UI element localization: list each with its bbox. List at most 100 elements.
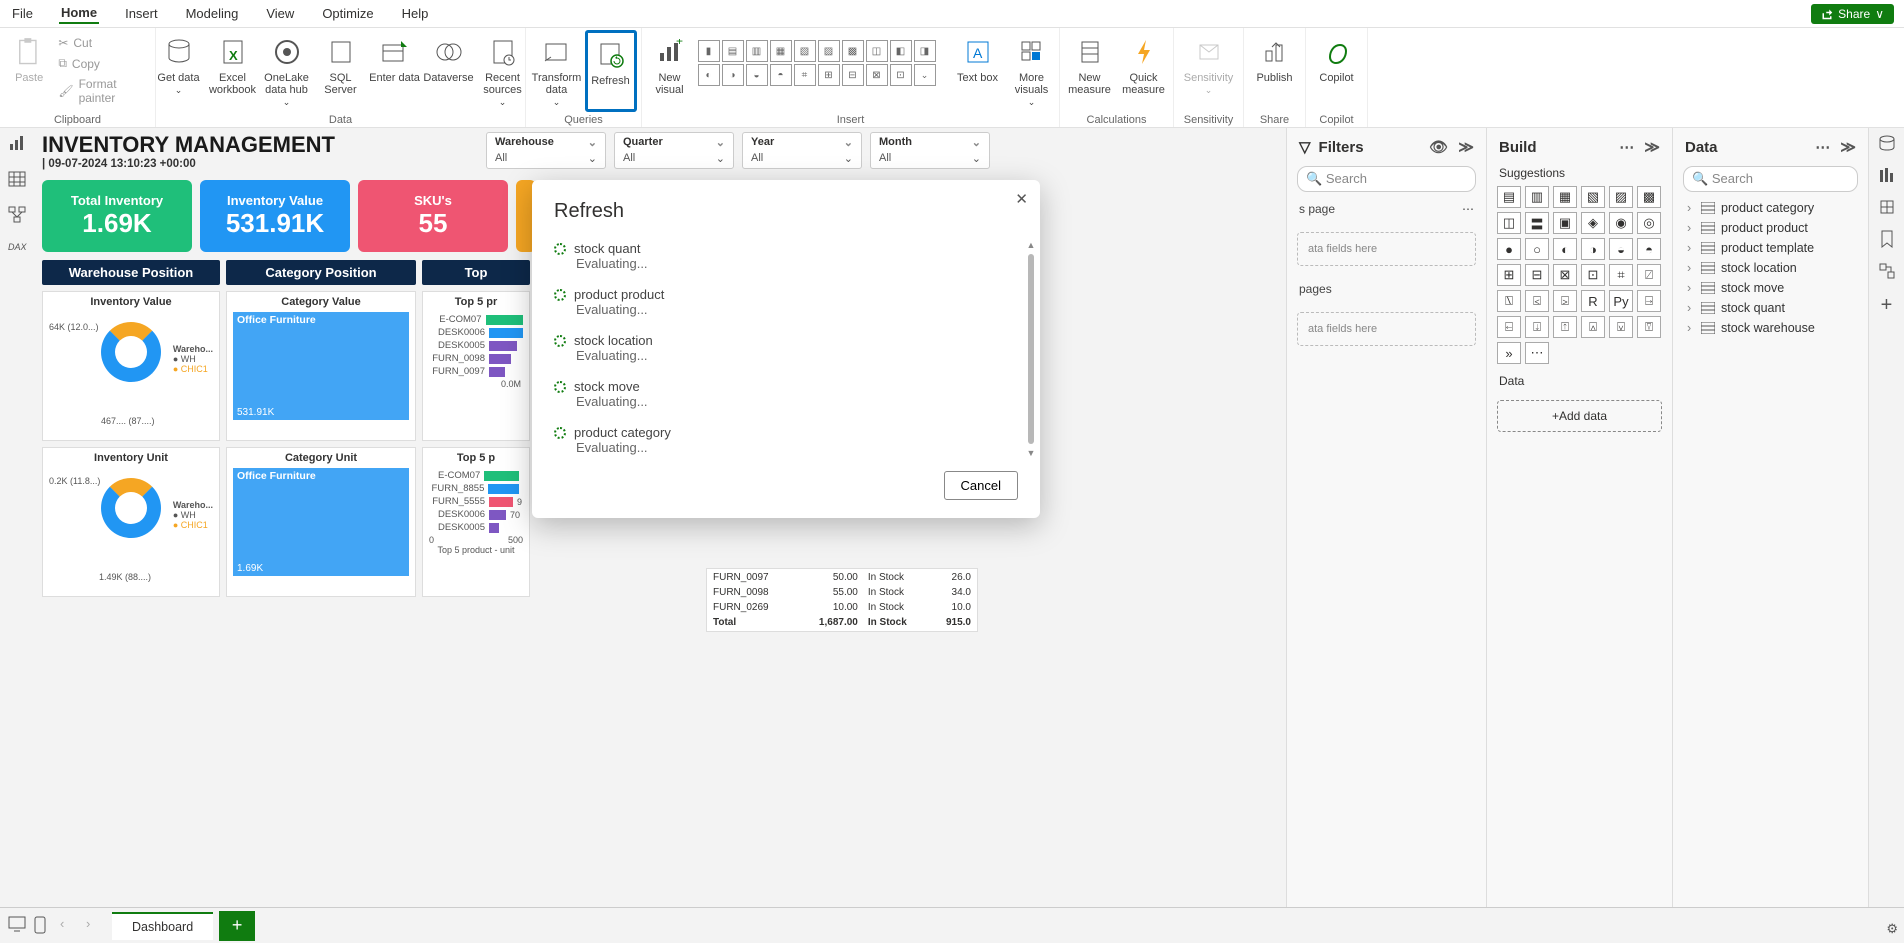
viz-type-item[interactable]: ⍔: [1637, 316, 1661, 338]
publish-button[interactable]: Publish: [1249, 30, 1301, 112]
viz-item[interactable]: ▥: [746, 40, 768, 62]
table-row[interactable]: FURN_009855.00In Stock34.0: [709, 586, 975, 599]
viz-gallery[interactable]: ▮▤▥▦▧▨▩◫◧◨ ◐◑◒◓⌗⊞⊟⊠⊡⌄: [698, 30, 950, 86]
slicer[interactable]: Month⌄All⌄: [870, 132, 990, 169]
paste-button[interactable]: Paste: [6, 30, 52, 112]
viz-type-item[interactable]: Py: [1609, 290, 1633, 312]
table-row[interactable]: FURN_026910.00In Stock10.0: [709, 601, 975, 614]
copy-button[interactable]: ⧉Copy: [54, 54, 149, 73]
viz-type-item[interactable]: ◈: [1581, 212, 1605, 234]
menu-modeling[interactable]: Modeling: [184, 4, 241, 23]
viz-type-item[interactable]: ⍇: [1497, 316, 1521, 338]
viz-type-item[interactable]: ◫: [1497, 212, 1521, 234]
chart-inventory-unit[interactable]: Inventory Unit 0.2K (11.8...) Wareho... …: [42, 447, 220, 597]
viz-type-item[interactable]: ●: [1497, 238, 1521, 260]
viz-type-item[interactable]: ◎: [1637, 212, 1661, 234]
sensitivity-button[interactable]: Sensitivity⌄: [1183, 30, 1235, 112]
data-table-item[interactable]: ›stock location: [1673, 258, 1868, 278]
new-visual-button[interactable]: +New visual: [644, 30, 696, 112]
dialog-close-button[interactable]: ✕: [1015, 190, 1028, 208]
more-icon[interactable]: ⋯: [1815, 138, 1830, 156]
refresh-button[interactable]: Refresh: [585, 30, 637, 112]
menu-insert[interactable]: Insert: [123, 4, 160, 23]
section-tab[interactable]: Warehouse Position: [42, 260, 220, 285]
add-data-button[interactable]: +Add data: [1497, 400, 1662, 432]
kpi-card[interactable]: SKU's55: [358, 180, 508, 252]
sql-button[interactable]: SQL Server: [315, 30, 367, 112]
viz-type-item[interactable]: ⍃: [1525, 290, 1549, 312]
viz-type-item[interactable]: »: [1497, 342, 1521, 364]
data-table-item[interactable]: ›product template: [1673, 238, 1868, 258]
viz-item[interactable]: ▩: [842, 40, 864, 62]
viz-type-item[interactable]: ⍐: [1553, 316, 1577, 338]
table-row[interactable]: FURN_009750.00In Stock26.0: [709, 571, 975, 584]
desktop-layout-icon[interactable]: [8, 916, 28, 936]
viz-type-item[interactable]: ○: [1525, 238, 1549, 260]
viz-item[interactable]: ▤: [722, 40, 744, 62]
viz-item[interactable]: ⌗: [794, 64, 816, 86]
collapse-icon[interactable]: ≫: [1458, 138, 1474, 156]
data-table[interactable]: FURN_009750.00In Stock26.0 FURN_009855.00…: [706, 568, 978, 632]
rail-add-icon[interactable]: +: [1881, 294, 1893, 317]
next-page-icon[interactable]: ›: [86, 916, 106, 936]
viz-type-item[interactable]: ⍈: [1637, 290, 1661, 312]
dax-view-icon[interactable]: DAX: [8, 242, 28, 262]
format-painter-button[interactable]: 🖌Format painter: [54, 75, 149, 107]
viz-type-item[interactable]: R: [1581, 290, 1605, 312]
eye-icon[interactable]: 👁: [1429, 138, 1448, 156]
onelake-button[interactable]: OneLake data hub⌄: [261, 30, 313, 112]
viz-type-item[interactable]: ◒: [1609, 238, 1633, 260]
viz-type-item[interactable]: ⍄: [1553, 290, 1577, 312]
add-page-button[interactable]: +: [219, 911, 255, 941]
viz-type-item[interactable]: ▥: [1525, 186, 1549, 208]
kpi-card[interactable]: Total Inventory1.69K: [42, 180, 192, 252]
viz-item[interactable]: ◫: [866, 40, 888, 62]
section-tab[interactable]: Category Position: [226, 260, 416, 285]
rail-icon[interactable]: [1878, 198, 1896, 216]
viz-item[interactable]: ▦: [770, 40, 792, 62]
share-button[interactable]: Share ∨: [1811, 4, 1894, 24]
textbox-button[interactable]: AText box: [952, 30, 1004, 112]
mobile-layout-icon[interactable]: [34, 916, 54, 936]
viz-type-item[interactable]: ⌗: [1609, 264, 1633, 286]
slicer[interactable]: Warehouse⌄All⌄: [486, 132, 606, 169]
viz-type-item[interactable]: ⊡: [1581, 264, 1605, 286]
filter-drop-zone[interactable]: ata fields here: [1297, 312, 1476, 346]
menu-optimize[interactable]: Optimize: [320, 4, 375, 23]
viz-type-item[interactable]: ▧: [1581, 186, 1605, 208]
viz-type-item[interactable]: ⊠: [1553, 264, 1577, 286]
menu-view[interactable]: View: [264, 4, 296, 23]
chart-top5-value[interactable]: Top 5 pr E-COM07DESK0006DESK0005FURN_009…: [422, 291, 530, 441]
viz-type-item[interactable]: ◐: [1553, 238, 1577, 260]
viz-item[interactable]: ▧: [794, 40, 816, 62]
viz-item[interactable]: ⊠: [866, 64, 888, 86]
viz-item[interactable]: ◓: [770, 64, 792, 86]
report-view-icon[interactable]: [8, 134, 28, 154]
transform-data-button[interactable]: Transform data⌄: [531, 30, 583, 112]
viz-type-item[interactable]: ◓: [1637, 238, 1661, 260]
viz-type-item[interactable]: ◉: [1609, 212, 1633, 234]
rail-icon[interactable]: [1878, 166, 1896, 184]
rail-icon[interactable]: [1878, 134, 1896, 152]
viz-type-item[interactable]: 〓: [1525, 212, 1549, 234]
excel-button[interactable]: XExcel workbook: [207, 30, 259, 112]
viz-type-item[interactable]: ◑: [1581, 238, 1605, 260]
table-view-icon[interactable]: [8, 170, 28, 190]
data-table-item[interactable]: ›product category: [1673, 198, 1868, 218]
viz-item[interactable]: ◐: [698, 64, 720, 86]
viz-item[interactable]: ◧: [890, 40, 912, 62]
chart-category-unit[interactable]: Category Unit Office Furniture1.69K: [226, 447, 416, 597]
more-visuals-button[interactable]: More visuals⌄: [1006, 30, 1058, 112]
menu-help[interactable]: Help: [400, 4, 431, 23]
enter-data-button[interactable]: Enter data: [369, 30, 421, 112]
model-view-icon[interactable]: [8, 206, 28, 226]
menu-file[interactable]: File: [10, 4, 35, 23]
prev-page-icon[interactable]: ‹: [60, 916, 80, 936]
chart-top5-unit[interactable]: Top 5 p E-COM07FURN_8855FURN_55559DESK00…: [422, 447, 530, 597]
viz-type-item[interactable]: ⍂: [1497, 290, 1521, 312]
chart-inventory-value[interactable]: Inventory Value 64K (12.0...) Wareho... …: [42, 291, 220, 441]
viz-type-item[interactable]: ▨: [1609, 186, 1633, 208]
viz-item[interactable]: ◒: [746, 64, 768, 86]
build-viz-gallery[interactable]: ▤▥▦▧▨▩◫〓▣◈◉◎●○◐◑◒◓⊞⊟⊠⊡⌗⍁⍂⍃⍄RPy⍈⍇⍗⍐⍓⍌⍔»⋯: [1487, 186, 1672, 364]
viz-type-item[interactable]: ⋯: [1525, 342, 1549, 364]
